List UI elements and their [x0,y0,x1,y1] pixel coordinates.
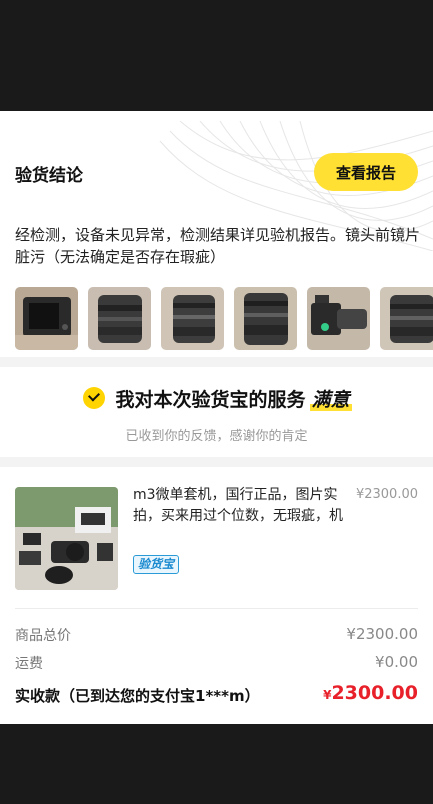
inspection-photo-strip[interactable] [15,287,433,351]
satisfaction-prefix: 我对本次验货宝的服务 [115,389,306,411]
view-report-button[interactable]: 查看报告 [314,153,418,191]
inspection-photo[interactable] [15,287,78,350]
product-price: ¥2300.00 [355,487,418,502]
check-circle-icon [83,387,106,409]
divider [15,608,418,609]
section-gap [0,357,433,367]
product-title[interactable]: m3微单套机，国行正品，图片实拍，买来用过个位数，无瑕疵，机 [133,485,343,527]
inspection-service-badge: 验货宝 [133,555,180,574]
order-section: m3微单套机，国行正品，图片实拍，买来用过个位数，无瑕疵，机 ¥2300.00 … [0,467,433,724]
shipping-label: 运费 [15,656,43,672]
received-row: 实收款（已到达您的支付宝1***m） ¥2300.00 [15,682,418,706]
satisfaction-rating: 满意 [309,385,352,412]
shipping-row: 运费 ¥0.00 [15,653,418,673]
inspection-photo[interactable] [88,287,152,350]
received-amount: ¥2300.00 [323,682,418,704]
inspection-photo[interactable] [234,287,298,350]
inspection-title: 验货结论 [15,166,83,186]
total-price-label: 商品总价 [15,628,71,644]
total-price-value: ¥2300.00 [346,625,418,643]
bottom-bar-backdrop [0,724,433,804]
order-detail-sheet: 验货结论 查看报告 经检测，设备未见异常，检测结果详见验机报告。镜头前镜片脏污（… [0,111,433,724]
received-label: 实收款（已到达您的支付宝1***m） [15,687,260,705]
inspection-photo[interactable] [161,287,225,350]
satisfaction-row: 我对本次验货宝的服务 满意 [0,385,433,412]
section-gap [0,457,433,467]
inspection-photo[interactable] [380,287,433,350]
satisfaction-subtitle: 已收到你的反馈，感谢你的肯定 [125,429,308,444]
satisfaction-section: 我对本次验货宝的服务 满意 已收到你的反馈，感谢你的肯定 [0,367,433,457]
inspection-result-text: 经检测，设备未见异常，检测结果详见验机报告。镜头前镜片脏污（无法确定是否存在瑕疵… [15,226,421,266]
top-bar-backdrop [0,0,433,111]
product-image[interactable] [15,487,118,590]
inspection-photo[interactable] [307,287,371,350]
total-price-row: 商品总价 ¥2300.00 [15,625,418,645]
shipping-value: ¥0.00 [375,653,418,671]
received-value: 2300.00 [331,682,418,704]
inspection-section: 验货结论 查看报告 经检测，设备未见异常，检测结果详见验机报告。镜头前镜片脏污（… [0,121,433,357]
